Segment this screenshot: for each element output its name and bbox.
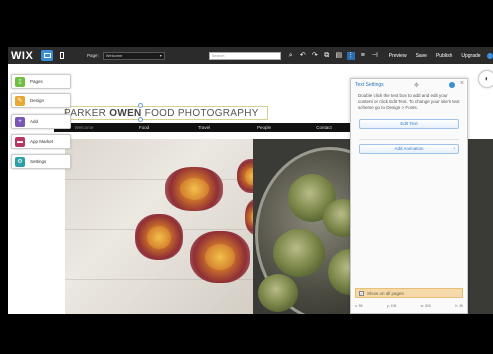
- sidebar-item-add[interactable]: + Add: [11, 114, 71, 129]
- panel-description: Double click the text box to add and edi…: [358, 93, 460, 110]
- copy-icon[interactable]: ⧉: [323, 52, 331, 60]
- site-nav: Welcome Food Travel People Contact: [54, 123, 354, 132]
- site-title[interactable]: PARKER OWEN FOOD PHOTOGRAPHY: [64, 108, 259, 119]
- guides-icon[interactable]: ⊣: [371, 52, 379, 60]
- squash-blossom: [165, 167, 223, 211]
- publish-button[interactable]: Publish: [436, 53, 452, 59]
- move-icon[interactable]: ✥: [414, 82, 419, 89]
- grid-icon[interactable]: ⋮: [346, 51, 355, 60]
- show-all-pages-label: Show on all pages: [367, 290, 404, 296]
- edit-text-button[interactable]: Edit Text: [359, 119, 459, 129]
- undo-icon[interactable]: ↶: [299, 52, 307, 60]
- wix-logo: WIX: [11, 49, 34, 62]
- nav-item-food[interactable]: Food: [114, 123, 174, 132]
- save-button[interactable]: Save: [416, 53, 427, 59]
- settings-icon: ⚙: [15, 156, 25, 167]
- close-icon[interactable]: ×: [460, 80, 464, 87]
- help-icon[interactable]: [486, 52, 493, 59]
- desktop-icon: [43, 53, 51, 58]
- cloth-stripe: [65, 179, 253, 180]
- toolbar-icons: ⌕ ↶ ↷ ⧉ ▤ ⋮ ≡ ⊣: [287, 51, 379, 60]
- sidebar-item-app-market[interactable]: ▬ App Market: [11, 134, 71, 149]
- paste-icon[interactable]: ▤: [335, 52, 343, 60]
- video-frame: WIX Page: Welcome ▾ Search ⌕ ↶ ↷ ⧉ ▤ ⋮ ≡…: [0, 0, 493, 354]
- mobile-view-button[interactable]: [56, 50, 68, 61]
- animation-label: Add Animation: [394, 146, 424, 151]
- sidebar-item-label: App Market: [30, 139, 54, 144]
- redo-icon[interactable]: ↷: [311, 52, 319, 60]
- nav-item-contact[interactable]: Contact: [294, 123, 354, 132]
- app-market-icon: ▬: [15, 136, 25, 147]
- sidebar-item-label: Settings: [30, 159, 47, 164]
- toolbar-actions: Preview Save Publish Upgrade: [389, 53, 481, 59]
- show-all-pages-row[interactable]: ✓ Show on all pages: [355, 288, 463, 298]
- add-icon: +: [15, 116, 25, 127]
- panel-header: Text Settings ✥ ×: [351, 79, 467, 91]
- nav-item-travel[interactable]: Travel: [174, 123, 234, 132]
- sidebar-item-settings[interactable]: ⚙ Settings: [11, 154, 71, 169]
- squash-blossom: [190, 231, 250, 283]
- panel-title: Text Settings: [355, 82, 384, 88]
- squash-blossom: [135, 214, 183, 260]
- mobile-icon: [60, 52, 64, 59]
- chevron-down-icon: ▾: [159, 52, 162, 58]
- sidebar-item-label: Design: [30, 98, 45, 103]
- sidebar-item-design[interactable]: ✎ Design: [11, 93, 71, 108]
- help-icon[interactable]: [449, 82, 455, 88]
- site-title-bold: OWEN: [109, 108, 142, 119]
- snap-icon[interactable]: ≡: [359, 52, 367, 60]
- site-title-post: FOOD PHOTOGRAPHY: [141, 108, 259, 119]
- preview-button[interactable]: Preview: [389, 53, 407, 59]
- sidebar-item-label: Pages: [30, 79, 43, 84]
- show-all-pages-checkbox[interactable]: ✓: [359, 290, 364, 296]
- coord-x[interactable]: x: 55: [355, 304, 363, 308]
- search-placeholder: Search: [211, 52, 225, 58]
- page-label: Page:: [87, 53, 99, 58]
- chevron-right-icon: ›: [453, 146, 455, 152]
- app-icon: ◐: [484, 74, 490, 83]
- squash-blossom: [237, 159, 253, 193]
- search-icon[interactable]: ⌕: [287, 52, 295, 60]
- editor-toolbar: WIX Page: Welcome ▾ Search ⌕ ↶ ↷ ⧉ ▤ ⋮ ≡…: [8, 47, 493, 64]
- design-icon: ✎: [15, 95, 25, 106]
- page-select[interactable]: Welcome ▾: [102, 51, 165, 60]
- desktop-view-button[interactable]: [41, 50, 53, 61]
- coord-w[interactable]: w: 500: [421, 304, 431, 308]
- animation-dropdown[interactable]: Add Animation ›: [359, 144, 459, 154]
- sidebar-item-label: Add: [30, 119, 39, 124]
- coord-y[interactable]: y: 108: [387, 304, 397, 308]
- upgrade-button[interactable]: Upgrade: [461, 53, 480, 59]
- search-input[interactable]: Search: [208, 51, 281, 60]
- nav-item-people[interactable]: People: [234, 123, 294, 132]
- divider: [359, 139, 459, 140]
- position-readout: x: 55 y: 108 w: 500 h: 35: [355, 304, 463, 308]
- sidebar-item-pages[interactable]: ▯ Pages: [11, 74, 71, 89]
- coord-h[interactable]: h: 35: [455, 304, 463, 308]
- page-select-value: Welcome: [105, 52, 123, 58]
- text-settings-panel: Text Settings ✥ × Double click the text …: [350, 78, 468, 314]
- editor-screen: WIX Page: Welcome ▾ Search ⌕ ↶ ↷ ⧉ ▤ ⋮ ≡…: [8, 47, 493, 314]
- artichoke: [258, 274, 298, 312]
- side-tool-button[interactable]: ◐: [478, 70, 493, 88]
- pages-icon: ▯: [15, 76, 25, 87]
- artichoke: [273, 229, 325, 277]
- food-photo-left[interactable]: [65, 139, 253, 314]
